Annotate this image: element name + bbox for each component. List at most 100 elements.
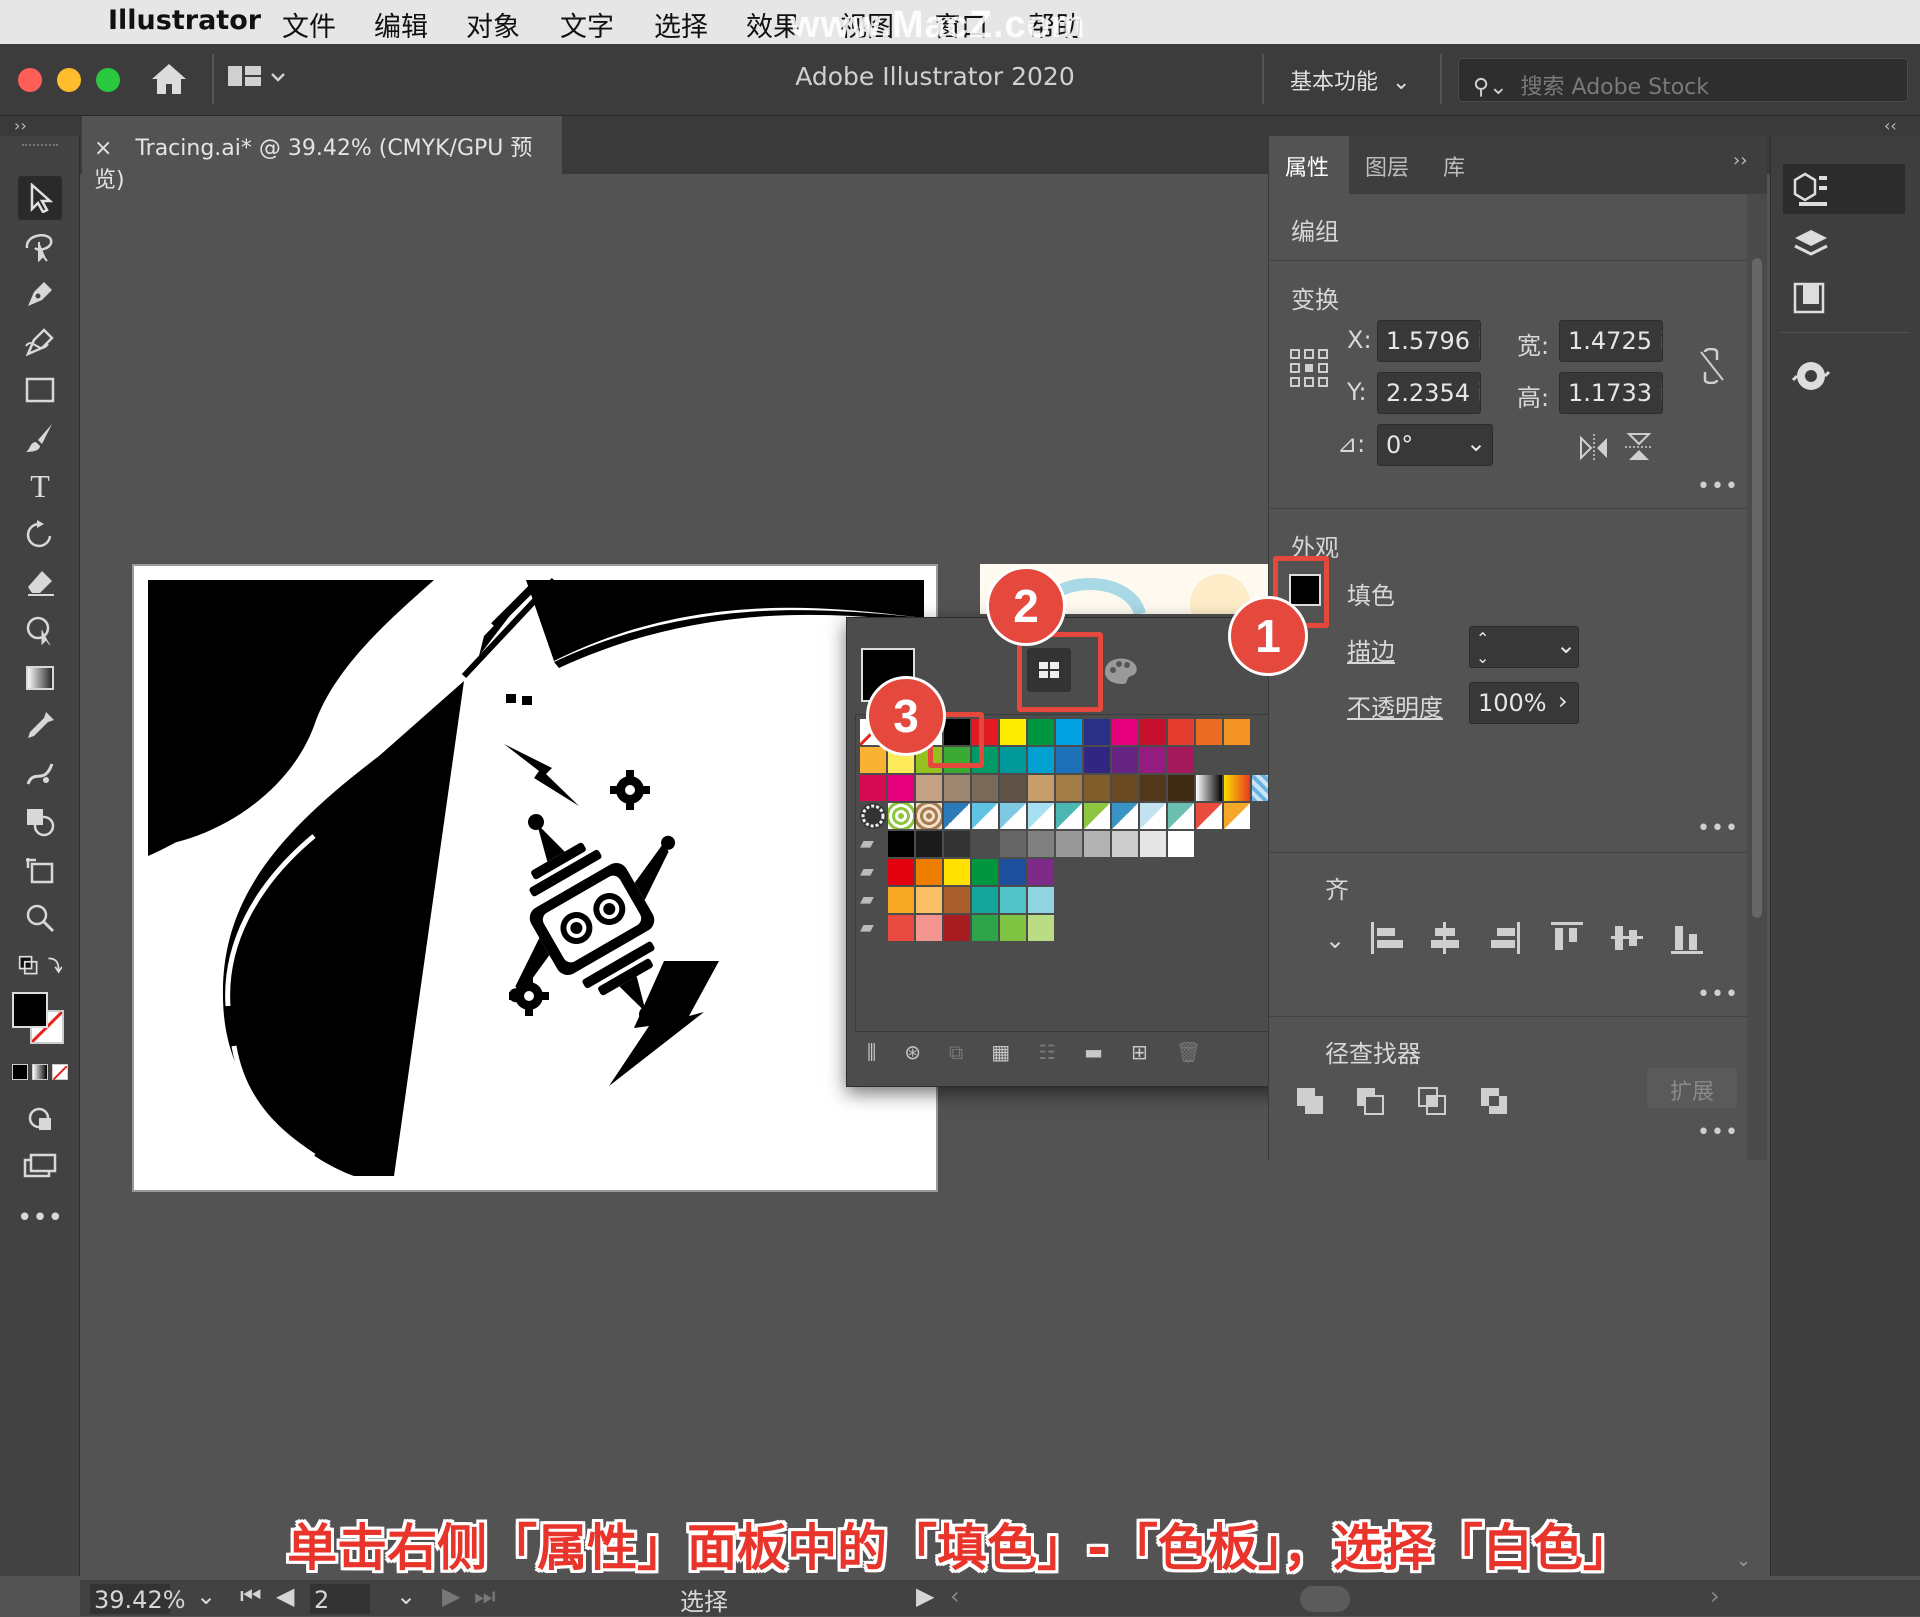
previous-artboard-icon[interactable]: ◀ [276,1582,294,1610]
color-swatch[interactable] [1056,803,1082,829]
reference-point-icon[interactable] [1289,348,1329,388]
document-tab[interactable]: × Tracing.ai* @ 39.42% (CMYK/GPU 预览) [82,116,562,193]
first-artboard-icon[interactable]: ⏮ [240,1582,262,1610]
selection-tool-icon[interactable] [18,176,62,220]
color-swatch[interactable] [944,915,970,941]
color-swatch[interactable] [944,859,970,885]
color-swatch[interactable] [860,775,886,801]
color-swatch[interactable] [944,887,970,913]
color-swatch[interactable] [972,803,998,829]
align-more-icon[interactable]: ••• [1697,982,1739,1007]
panel-menu-icon[interactable]: ›› [1733,150,1747,171]
flip-horizontal-icon[interactable] [1579,434,1609,462]
curvature-tool-icon[interactable] [18,320,62,364]
color-swatch[interactable] [1196,719,1222,745]
color-swatch[interactable] [1224,803,1250,829]
symbol-sprayer-icon[interactable] [18,752,62,796]
color-swatch[interactable] [944,831,970,857]
color-swatch[interactable] [1168,775,1194,801]
tab-properties[interactable]: 属性 [1285,150,1329,182]
swatch-pattern-1[interactable] [860,803,886,829]
horizontal-scroll-thumb[interactable] [1300,1586,1350,1612]
none-button[interactable] [52,1064,68,1081]
color-swatch[interactable] [972,859,998,885]
toolbar-grip[interactable] [22,144,58,152]
color-swatch[interactable] [1056,775,1082,801]
color-swatch[interactable] [1112,803,1138,829]
opacity-input[interactable]: 100% › [1469,682,1579,724]
color-swatch[interactable] [972,831,998,857]
color-swatch[interactable] [1140,775,1166,801]
swap-fill-stroke-icon[interactable] [18,944,62,988]
align-buttons[interactable] [1369,920,1709,956]
opacity-label[interactable]: 不透明度 [1347,688,1443,723]
close-tab-icon[interactable]: × [94,136,112,161]
app-menu[interactable]: Illustrator [108,5,261,36]
color-swatch[interactable] [1028,775,1054,801]
color-swatch[interactable] [972,915,998,941]
eyedropper-tool-icon[interactable] [18,704,62,748]
color-swatch[interactable] [1140,719,1166,745]
status-menu-icon[interactable]: ▶ [916,1582,934,1610]
collapse-panels-icon[interactable]: ‹‹ [1884,116,1897,135]
color-swatch[interactable] [1084,775,1110,801]
align-to-chevron-icon[interactable]: ⌄ [1325,926,1345,954]
menu-edit[interactable]: 编辑 [374,5,428,44]
artboard-tool-icon[interactable] [18,848,62,892]
paintbrush-tool-icon[interactable] [18,416,62,460]
color-mixer-palette-icon[interactable] [1099,648,1143,692]
stock-search-input[interactable]: ⚲⌄ 搜索 Adobe Stock [1458,58,1908,102]
swatch-pattern-3[interactable] [916,803,942,829]
angle-input[interactable]: 0° ⌄ [1377,424,1493,466]
fill-swatch[interactable] [12,992,48,1028]
scroll-left-icon[interactable]: ‹ [950,1582,960,1610]
pen-tool-icon[interactable] [18,272,62,316]
new-group-folder-icon[interactable]: ▬ [1084,1040,1103,1074]
color-swatch[interactable] [1084,803,1110,829]
color-swatch[interactable] [860,747,886,773]
color-mode-buttons[interactable] [12,1064,68,1082]
color-swatch[interactable] [1000,775,1026,801]
rotate-tool-icon[interactable] [18,512,62,556]
color-swatch[interactable] [916,831,942,857]
gradient-button[interactable] [32,1064,48,1080]
menu-select[interactable]: 选择 [654,5,708,44]
panel-scrollbar[interactable] [1747,194,1767,1160]
color-swatch[interactable] [1028,719,1054,745]
color-button[interactable] [12,1064,28,1080]
dock-properties-button[interactable] [1783,164,1905,214]
swatch-library-icon[interactable]: ⫼ [867,1040,876,1074]
color-swatch[interactable] [1112,747,1138,773]
color-swatch[interactable] [1140,831,1166,857]
color-swatch[interactable] [1000,887,1026,913]
color-swatch[interactable] [916,859,942,885]
swatch-pattern-2[interactable] [888,803,914,829]
home-icon[interactable] [150,62,188,96]
color-swatch[interactable] [1084,831,1110,857]
draw-mode-icon[interactable] [18,1096,62,1140]
color-swatch[interactable] [1056,719,1082,745]
color-swatch[interactable] [972,775,998,801]
color-swatch[interactable] [888,859,914,885]
artboard-dropdown-icon[interactable]: ⌄ [396,1582,416,1610]
color-swatch[interactable] [944,775,970,801]
next-artboard-icon[interactable]: ▶ [442,1582,460,1610]
color-swatch[interactable] [1140,803,1166,829]
minimize-window-button[interactable] [57,68,81,92]
height-input[interactable]: 1.1733 ii [1559,372,1663,414]
color-swatch[interactable] [1196,803,1222,829]
color-swatch[interactable] [1112,831,1138,857]
color-swatch[interactable] [1168,803,1194,829]
color-swatch[interactable] [1084,747,1110,773]
color-swatch[interactable] [1084,719,1110,745]
new-swatch-icon[interactable]: ⊞ [1131,1040,1148,1074]
delete-swatch-icon[interactable]: 🗑 [1176,1040,1201,1074]
layers-icon[interactable] [1791,226,1831,262]
color-swatch[interactable] [1224,719,1250,745]
color-swatch[interactable] [944,803,970,829]
color-swatch[interactable] [1028,859,1054,885]
menu-object[interactable]: 对象 [466,5,520,44]
flip-vertical-icon[interactable] [1625,432,1653,462]
color-swatch[interactable] [1112,775,1138,801]
color-swatch[interactable] [916,887,942,913]
